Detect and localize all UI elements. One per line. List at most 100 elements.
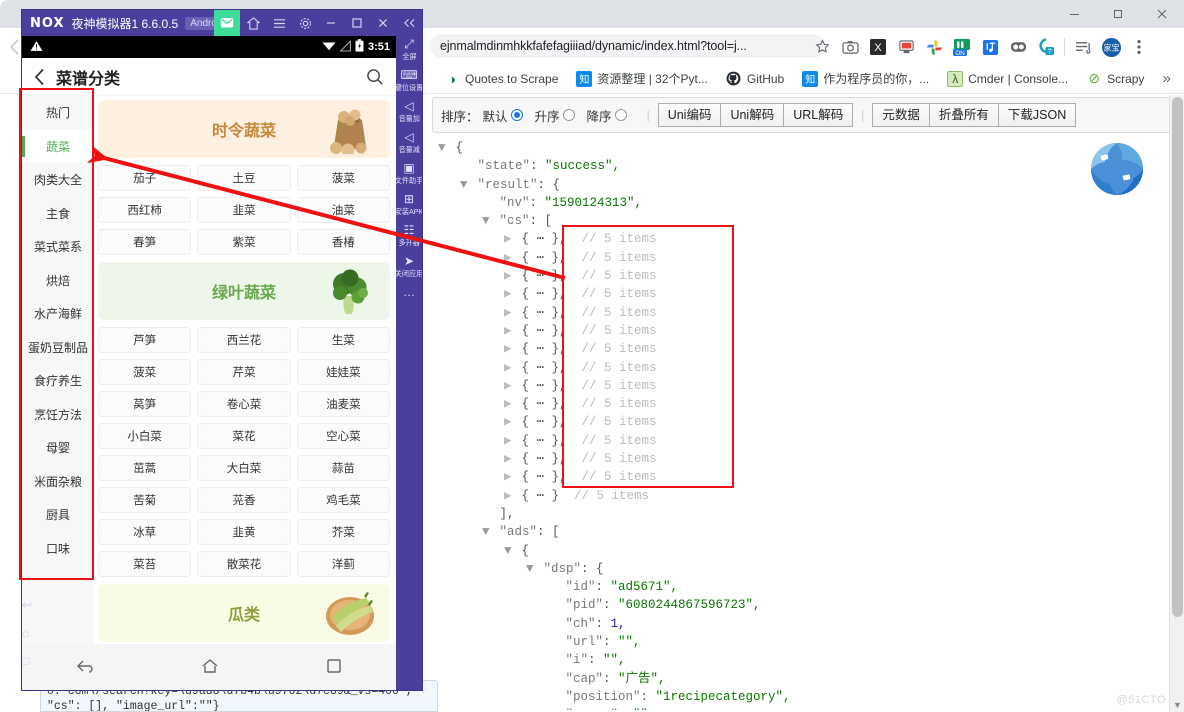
ingredient-chip[interactable]: 娃娃菜 xyxy=(296,359,390,385)
category-item-12[interactable]: 厨具 xyxy=(22,498,94,532)
ingredient-chip[interactable]: 油麦菜 xyxy=(296,391,390,417)
collapse-triangle-icon[interactable]: ▼ xyxy=(526,560,536,578)
category-item-6[interactable]: 水产海鲜 xyxy=(22,297,94,331)
install-apk-icon[interactable]: ⊞ 安装APK xyxy=(396,193,422,217)
restore-window-button[interactable] xyxy=(1096,0,1140,28)
radio-asc[interactable] xyxy=(562,109,575,121)
search-icon[interactable] xyxy=(366,68,384,86)
json-line[interactable]: ▼ "cs": [ xyxy=(430,212,1170,230)
collapse-triangle-icon[interactable]: ▼ xyxy=(482,523,492,541)
fullscreen-icon[interactable]: ⤢ 全屏 xyxy=(396,38,422,62)
minimize-window-button[interactable] xyxy=(1052,0,1096,28)
json-line[interactable]: ▼ { xyxy=(430,139,1170,157)
bookmark-item[interactable]: GitHub xyxy=(720,68,790,90)
json-line[interactable]: "i": "", xyxy=(430,651,1170,669)
bookmark-item[interactable]: λ Cmder | Console... xyxy=(941,68,1074,90)
ingredient-chip[interactable]: 空心菜 xyxy=(296,423,390,449)
ingredient-chip[interactable]: 香椿 xyxy=(296,229,390,255)
json-line[interactable]: ▶ { ⋯ }, // 5 items xyxy=(430,450,1170,468)
collapse-triangle-icon[interactable]: ▼ xyxy=(460,176,470,194)
collapse-sidebar-icon[interactable] xyxy=(396,10,422,36)
close-window-button[interactable] xyxy=(1140,0,1184,28)
bookmark-item[interactable]: 知 作为程序员的你，... xyxy=(796,67,935,90)
scroll-down-arrow[interactable]: ▼ xyxy=(1173,700,1182,710)
category-item-4[interactable]: 菜式菜系 xyxy=(22,230,94,264)
uni-encode-button[interactable]: Uni编码 xyxy=(657,103,722,127)
address-bar[interactable]: ejnmalmdinmhkkfafefagiiiad/dynamic/index… xyxy=(430,34,825,58)
android-back-icon[interactable] xyxy=(76,658,94,677)
ingredient-chip[interactable]: 蒜苗 xyxy=(296,455,390,481)
bookmark-item[interactable]: ◑ Quotes to Scrape xyxy=(438,68,564,90)
ingredient-chip[interactable]: 散菜花 xyxy=(197,551,291,577)
expand-triangle-icon[interactable]: ▶ xyxy=(504,377,514,395)
json-line[interactable]: ▶ { ⋯ }, // 5 items xyxy=(430,249,1170,267)
category-item-13[interactable]: 口味 xyxy=(22,532,94,566)
menu-icon[interactable] xyxy=(266,10,292,36)
bookmark-star-icon[interactable] xyxy=(812,36,832,56)
multi-instance-icon[interactable]: ☷ 多开器 xyxy=(396,224,422,248)
ingredient-chip[interactable]: 莴笋 xyxy=(98,391,192,417)
json-line[interactable]: ▼ "dsp": { xyxy=(430,560,1170,578)
ingredient-chip[interactable]: 茄子 xyxy=(98,165,192,191)
ingredient-chip[interactable]: 西兰花 xyxy=(197,327,291,353)
android-recents-icon[interactable] xyxy=(326,658,342,677)
nox-tool-sidebar[interactable]: ⤢ 全屏 ⌨ 键位设置 ◁ 音量加 ◁ 音量减 ▣ 文件助手 ⊞ 安装APK ☷ 多开器 ➤ 关闭应用… xyxy=(396,36,422,690)
sort-option-default[interactable]: 默认 xyxy=(483,106,523,125)
collapse-triangle-icon[interactable]: ▼ xyxy=(504,542,514,560)
json-line[interactable]: ▼ "result": { xyxy=(430,176,1170,194)
adblock-on-icon[interactable]: ON xyxy=(948,33,976,61)
expand-triangle-icon[interactable]: ▶ xyxy=(504,432,514,450)
download-json-button[interactable]: 下载JSON xyxy=(997,103,1077,127)
expand-triangle-icon[interactable]: ▶ xyxy=(504,340,514,358)
android-home-icon[interactable]: ⌂ xyxy=(22,626,48,640)
chrome-menu-icon[interactable] xyxy=(1125,33,1153,61)
collapse-all-button[interactable]: 折叠所有 xyxy=(928,103,999,127)
settings-gear-icon[interactable] xyxy=(292,10,318,36)
json-line[interactable]: ▶ { ⋯ }, // 5 items xyxy=(430,267,1170,285)
json-line[interactable]: ▶ { ⋯ }, // 5 items xyxy=(430,285,1170,303)
expand-triangle-icon[interactable]: ▶ xyxy=(504,304,514,322)
category-item-5[interactable]: 烘焙 xyxy=(22,264,94,298)
ingredient-chip[interactable]: 菜花 xyxy=(197,423,291,449)
expand-triangle-icon[interactable]: ▶ xyxy=(504,450,514,468)
expand-triangle-icon[interactable]: ▶ xyxy=(504,359,514,377)
json-line[interactable]: ▶ { ⋯ }, // 5 items xyxy=(430,413,1170,431)
ingredient-chip[interactable]: 西红柿 xyxy=(98,197,192,223)
expand-triangle-icon[interactable]: ▶ xyxy=(504,322,514,340)
ingredient-chip[interactable]: 油菜 xyxy=(296,197,390,223)
json-line[interactable]: ▶ { ⋯ }, // 5 items xyxy=(430,377,1170,395)
json-line[interactable]: ▶ { ⋯ }, // 5 items xyxy=(430,322,1170,340)
collapse-triangle-icon[interactable]: ▼ xyxy=(482,212,492,230)
ingredient-chip[interactable]: 茪香 xyxy=(197,487,291,513)
expand-triangle-icon[interactable]: ▶ xyxy=(504,249,514,267)
ingredient-chip[interactable]: 菠菜 xyxy=(98,359,192,385)
minimize-icon[interactable] xyxy=(318,10,344,36)
category-item-3[interactable]: 主食 xyxy=(22,197,94,231)
question-search-icon[interactable]: ? xyxy=(1032,33,1060,61)
ingredient-chip[interactable]: 洋蓟 xyxy=(296,551,390,577)
uni-decode-button[interactable]: Uni解码 xyxy=(720,103,785,127)
expand-triangle-icon[interactable]: ▶ xyxy=(504,285,514,303)
sort-option-asc[interactable]: 升序 xyxy=(535,106,575,125)
ingredient-chip[interactable]: 苦菊 xyxy=(98,487,192,513)
json-line[interactable]: ▶ { ⋯ }, // 5 items xyxy=(430,395,1170,413)
volume-down-icon[interactable]: ◁ 音量减 xyxy=(396,131,422,155)
json-line[interactable]: ▶ { ⋯ }, // 5 items xyxy=(430,359,1170,377)
close-app-rocket-icon[interactable]: ➤ 关闭应用 xyxy=(396,255,422,279)
page-scrollbar[interactable]: ▲ ▼ xyxy=(1169,95,1184,712)
category-item-1[interactable]: 蔬菜 xyxy=(22,129,94,163)
android-recents-icon[interactable]: □ xyxy=(22,654,48,668)
ingredient-chip[interactable]: 芦笋 xyxy=(98,327,192,353)
screenshot-camera-icon[interactable] xyxy=(836,33,864,61)
ingredient-chip[interactable]: 鸡毛菜 xyxy=(296,487,390,513)
more-options-icon[interactable]: … xyxy=(396,286,422,299)
bookmarks-overflow-button[interactable]: » xyxy=(1156,70,1176,87)
json-line[interactable]: "url": "", xyxy=(430,633,1170,651)
expand-triangle-icon[interactable]: ▶ xyxy=(504,267,514,285)
maximize-icon[interactable] xyxy=(344,10,370,36)
json-line[interactable]: ], xyxy=(430,505,1170,523)
category-item-8[interactable]: 食疗养生 xyxy=(22,364,94,398)
ingredient-chip[interactable]: 卷心菜 xyxy=(197,391,291,417)
expand-triangle-icon[interactable]: ▶ xyxy=(504,487,514,505)
json-line[interactable]: "query": "", xyxy=(430,706,1170,710)
